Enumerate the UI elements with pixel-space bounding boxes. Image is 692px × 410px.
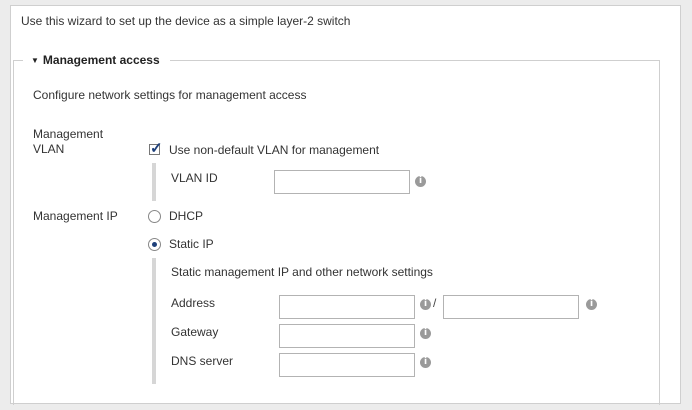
management-ip-label: Management IP	[33, 209, 118, 223]
address-input[interactable]	[279, 295, 415, 319]
prefix-separator: /	[433, 296, 437, 310]
dns-server-label: DNS server	[171, 354, 234, 368]
static-ip-heading: Static management IP and other network s…	[171, 265, 433, 279]
address-label: Address	[171, 296, 216, 310]
management-vlan-label-line1: Management	[33, 127, 104, 141]
vlan-group-bar	[152, 163, 156, 201]
dhcp-radio[interactable]	[148, 210, 161, 223]
triangle-down-icon: ▼	[31, 56, 39, 65]
address-info-icon[interactable]: i	[420, 299, 431, 310]
dns-server-info-icon[interactable]: i	[420, 357, 431, 368]
vlan-id-input[interactable]	[274, 170, 410, 194]
management-access-toggle[interactable]: ▼ Management access	[23, 52, 170, 68]
static-ip-radio[interactable]	[148, 238, 161, 251]
gateway-label: Gateway	[171, 325, 219, 339]
wizard-intro-text: Use this wizard to set up the device as …	[21, 14, 351, 28]
section-description: Configure network settings for managemen…	[33, 88, 307, 102]
vlan-id-label: VLAN ID	[171, 171, 218, 185]
prefix-info-icon[interactable]: i	[586, 299, 597, 310]
vlan-id-info-icon[interactable]: i	[415, 176, 426, 187]
vlan-checkbox[interactable]: ✓	[149, 140, 163, 157]
dns-server-input[interactable]	[279, 353, 415, 377]
gateway-info-icon[interactable]: i	[420, 328, 431, 339]
prefix-length-input[interactable]	[443, 295, 579, 319]
dhcp-radio-label[interactable]: DHCP	[169, 209, 203, 223]
checkmark-icon: ✓	[150, 140, 163, 157]
section-title: Management access	[42, 53, 160, 67]
vlan-checkbox-label[interactable]: Use non-default VLAN for management	[169, 143, 379, 157]
static-ip-group-bar	[152, 258, 156, 384]
static-ip-radio-label[interactable]: Static IP	[169, 237, 214, 251]
gateway-input[interactable]	[279, 324, 415, 348]
management-vlan-label-line2: VLAN	[33, 142, 65, 156]
